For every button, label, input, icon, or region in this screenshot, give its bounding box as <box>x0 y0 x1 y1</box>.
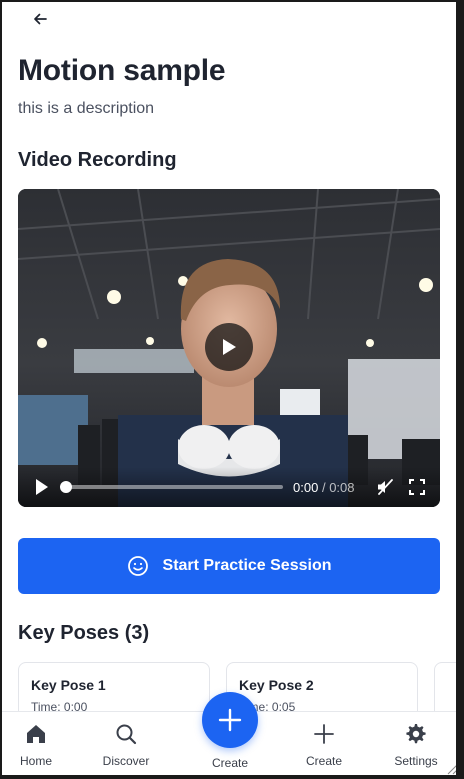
page-title: Motion sample <box>18 54 226 87</box>
home-icon <box>27 725 45 743</box>
seek-handle[interactable] <box>60 481 72 493</box>
start-practice-button[interactable]: Start Practice Session <box>18 538 440 594</box>
arrow-left-icon <box>34 13 47 25</box>
seek-bar[interactable] <box>60 481 283 493</box>
nav-home-label: Home <box>19 754 52 768</box>
search-icon <box>116 724 137 745</box>
nav-home[interactable]: Home <box>2 722 76 768</box>
current-time: 0:00 <box>293 480 319 495</box>
resize-grip-icon[interactable] <box>446 761 460 775</box>
nav-create-label: Create <box>305 754 343 768</box>
key-poses-title: Key Poses (3) <box>18 622 150 644</box>
play-overlay-button[interactable] <box>205 323 253 371</box>
time-display: 0:00 / 0:08 <box>293 480 355 495</box>
nav-create[interactable]: Create <box>284 722 364 768</box>
app-window: Motion sample this is a description Vide… <box>0 0 464 779</box>
fullscreen-icon[interactable] <box>408 478 426 496</box>
video-player[interactable]: 0:00 / 0:08 <box>18 189 440 507</box>
smiley-icon <box>127 556 148 576</box>
duration: 0:08 <box>329 480 355 495</box>
back-button[interactable] <box>28 8 52 30</box>
nav-discover[interactable]: Discover <box>86 722 166 768</box>
create-fab[interactable]: Create <box>190 692 270 770</box>
create-fab-button[interactable] <box>202 692 258 748</box>
video-section-title: Video Recording <box>18 149 177 171</box>
nav-settings[interactable]: Settings <box>376 722 456 768</box>
play-icon <box>223 339 236 355</box>
play-icon[interactable] <box>34 478 50 496</box>
plus-icon <box>314 724 334 744</box>
nav-discover-label: Discover <box>102 754 150 768</box>
video-controls: 0:00 / 0:08 <box>18 467 440 507</box>
start-practice-label: Start Practice Session <box>162 557 332 574</box>
page-description: this is a description <box>18 100 155 117</box>
plus-icon <box>218 708 242 732</box>
mute-icon[interactable] <box>376 478 394 496</box>
create-fab-label: Create <box>211 756 249 770</box>
key-pose-name: Key Pose 1 <box>31 677 106 693</box>
time-separator: / <box>321 480 326 495</box>
key-pose-name: Key Pose 2 <box>239 677 314 693</box>
nav-settings-label: Settings <box>394 754 438 768</box>
gear-icon <box>406 724 426 744</box>
